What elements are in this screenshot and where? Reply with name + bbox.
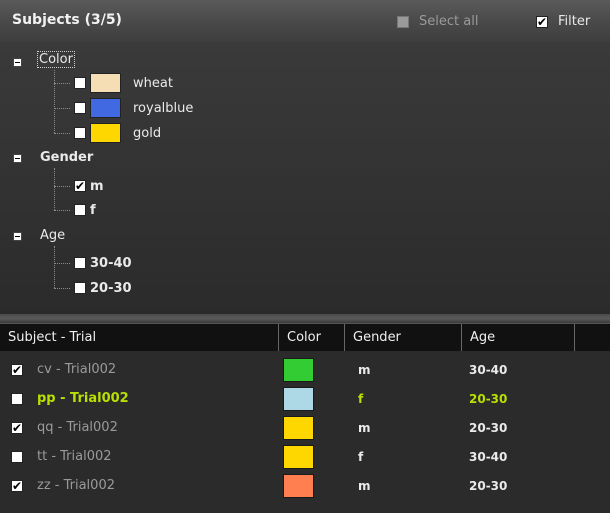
color-cell	[283, 444, 314, 469]
tree-item-m[interactable]: ✔ m	[74, 177, 104, 195]
subject-trial-cell: pp - Trial002	[37, 391, 129, 406]
tree-item-label: royalblue	[133, 100, 194, 116]
table-row[interactable]: ✔ qq - Trial002 m 20-30	[0, 413, 610, 442]
select-all-toggle[interactable]: Select all	[397, 14, 478, 29]
filter-checkbox[interactable]: ✔	[536, 15, 548, 28]
tree-item-royalblue[interactable]: royalblue	[74, 98, 194, 118]
select-all-label: Select all	[419, 14, 479, 29]
column-header-subject-trial[interactable]: Subject - Trial	[0, 324, 279, 352]
tree-connector	[54, 70, 55, 133]
column-header-age[interactable]: Age	[462, 324, 575, 352]
tree-item-wheat[interactable]: wheat	[74, 73, 173, 93]
column-header-extra	[575, 324, 610, 352]
age-cell: 30-40	[469, 362, 508, 377]
filter-label: Filter	[558, 14, 591, 29]
tree-item-label: gold	[133, 125, 162, 141]
tree-connector	[54, 263, 70, 264]
gender-cell: m	[358, 362, 371, 377]
row-checkbox[interactable]: ✔	[11, 421, 23, 434]
gold-checkbox[interactable]	[74, 127, 86, 139]
tree-item-label: 20-30	[90, 280, 132, 296]
tree-item-f[interactable]: f	[74, 201, 96, 219]
filter-toggle[interactable]: ✔ Filter	[536, 14, 590, 29]
collapse-icon[interactable]	[13, 232, 22, 241]
color-swatch	[90, 123, 121, 143]
select-all-checkbox[interactable]	[397, 15, 409, 28]
table-row[interactable]: tt - Trial002 f 30-40	[0, 442, 610, 471]
age-cell: 20-30	[469, 391, 508, 406]
f-checkbox[interactable]	[74, 204, 86, 216]
table-row[interactable]: ✔ zz - Trial002 m 20-30	[0, 471, 610, 500]
tree-category-color[interactable]: Color	[37, 51, 75, 68]
tree-item-age-30-40[interactable]: 30-40	[74, 254, 132, 272]
tree-connector	[54, 168, 55, 210]
row-checkbox[interactable]: ✔	[11, 363, 23, 376]
color-cell	[283, 386, 314, 411]
panel-title: Subjects (3/5)	[12, 12, 122, 28]
subject-trial-cell: zz - Trial002	[37, 478, 115, 493]
tree-category-age[interactable]: Age	[40, 228, 65, 243]
gender-cell: m	[358, 478, 371, 493]
tree-connector	[54, 210, 70, 211]
tree-connector	[54, 83, 70, 84]
color-cell	[283, 415, 314, 440]
subjects-table: ✔ cv - Trial002 m 30-40 pp - Trial002 f …	[0, 351, 610, 513]
tree-connector	[54, 288, 70, 289]
tree-connector	[54, 108, 70, 109]
tree-item-label: 30-40	[90, 255, 132, 271]
column-header-color[interactable]: Color	[279, 324, 345, 352]
wheat-checkbox[interactable]	[74, 77, 86, 89]
age-20-30-checkbox[interactable]	[74, 282, 86, 294]
tree-connector	[54, 133, 70, 134]
tree-category-gender[interactable]: Gender	[40, 150, 93, 165]
row-checkbox[interactable]	[11, 392, 23, 405]
color-cell	[283, 473, 314, 498]
gender-cell: f	[358, 449, 364, 464]
table-row[interactable]: ✔ cv - Trial002 m 30-40	[0, 355, 610, 384]
tree-connector	[54, 246, 55, 288]
color-swatch	[90, 73, 121, 93]
tree-connector	[54, 186, 70, 187]
royalblue-checkbox[interactable]	[74, 102, 86, 114]
collapse-icon[interactable]	[13, 58, 22, 67]
tree-item-label: wheat	[133, 75, 173, 91]
row-checkbox[interactable]	[11, 450, 23, 463]
subject-trial-cell: cv - Trial002	[37, 362, 117, 377]
table-row[interactable]: pp - Trial002 f 20-30	[0, 384, 610, 413]
age-cell: 20-30	[469, 478, 508, 493]
subject-trial-cell: qq - Trial002	[37, 420, 118, 435]
tree-item-age-20-30[interactable]: 20-30	[74, 279, 132, 297]
color-swatch	[90, 98, 121, 118]
column-header-gender[interactable]: Gender	[345, 324, 462, 352]
subject-trial-cell: tt - Trial002	[37, 449, 112, 464]
age-cell: 30-40	[469, 449, 508, 464]
age-cell: 20-30	[469, 420, 508, 435]
gender-cell: f	[358, 391, 364, 406]
gender-cell: m	[358, 420, 371, 435]
collapse-icon[interactable]	[13, 154, 22, 163]
row-checkbox[interactable]: ✔	[11, 479, 23, 492]
panel-splitter[interactable]	[0, 314, 610, 323]
tree-item-label: m	[90, 178, 104, 194]
m-checkbox[interactable]: ✔	[74, 180, 86, 192]
subject-filter-tree: Color wheat royalblue gold Gender ✔ m f …	[0, 42, 610, 314]
tree-item-label: f	[90, 202, 96, 218]
subjects-header: Subjects (3/5) Select all ✔ Filter	[0, 0, 610, 42]
table-header: Subject - Trial Color Gender Age	[0, 323, 610, 352]
color-cell	[283, 357, 314, 382]
tree-item-gold[interactable]: gold	[74, 123, 162, 143]
age-30-40-checkbox[interactable]	[74, 257, 86, 269]
